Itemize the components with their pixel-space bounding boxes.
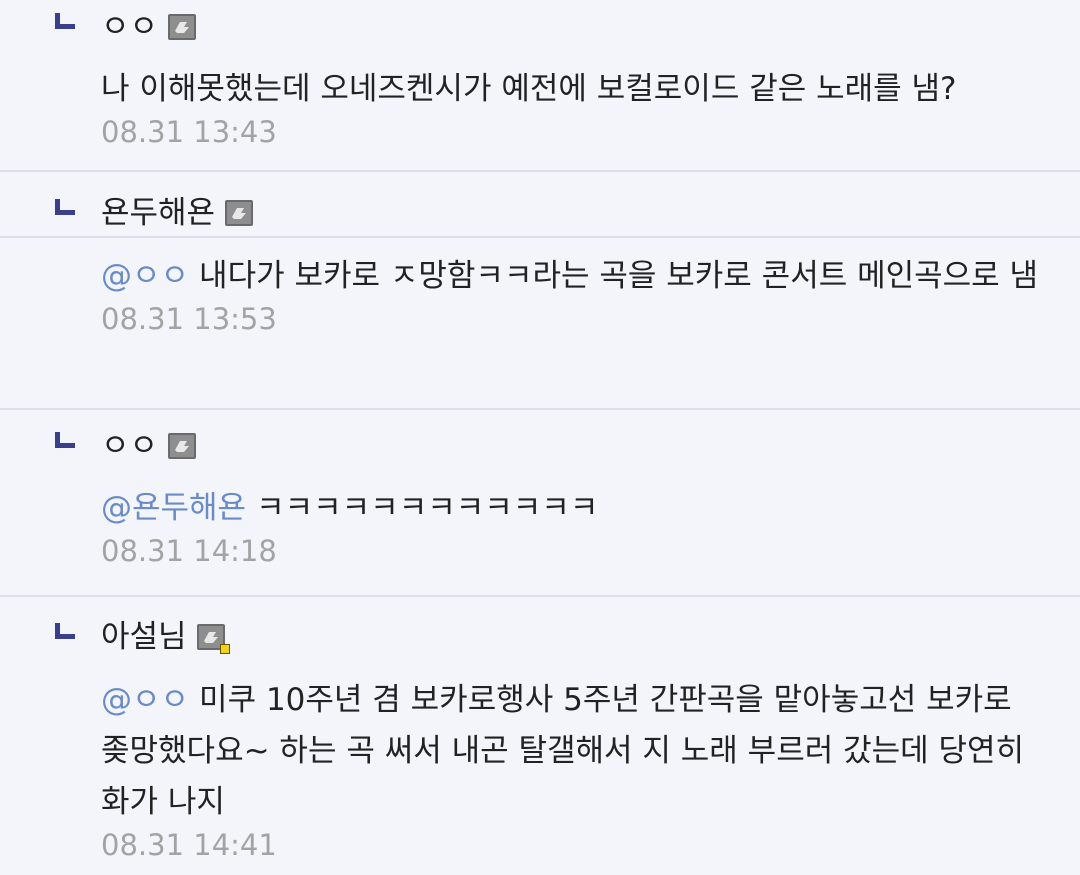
- reply-arrow-icon: [55, 623, 75, 639]
- comment-text: 미쿠 10주년 겸 보카로행사 5주년 간판곡을 맡아놓고선 보카로 좆망했다요…: [101, 682, 1025, 820]
- comment-item: 욘두해욘 @ㅇㅇ 내다가 보카로 ㅈ망함ㅋㅋ라는 곡을 보카로 콘서트 메인곡으로…: [0, 172, 1080, 410]
- comment-text: 내다가 보카로 ㅈ망함ㅋㅋ라는 곡을 보카로 콘서트 메인곡으로 냄: [199, 258, 1039, 294]
- comment-header: ㅇㅇ: [101, 426, 1060, 466]
- comment-body: @ㅇㅇ 미쿠 10주년 겸 보카로행사 5주년 간판곡을 맡아놓고선 보카로 좆망…: [101, 675, 1060, 828]
- mention-link[interactable]: @욘두해욘: [101, 490, 246, 526]
- comment-nickname[interactable]: 욘두해욘: [101, 193, 215, 233]
- member-icon: [168, 433, 197, 459]
- semi-member-icon: [196, 624, 230, 654]
- comment-body: @ㅇㅇ 내다가 보카로 ㅈ망함ㅋㅋ라는 곡을 보카로 콘서트 메인곡으로 냄: [101, 251, 1060, 302]
- mention-link[interactable]: @ㅇㅇ: [101, 258, 189, 294]
- member-icon: [225, 200, 254, 226]
- comment-header: 욘두해욘: [101, 193, 1060, 233]
- comment-item: 아설님 @ㅇㅇ 미쿠 10주년 겸 보카로행사 5주년 간판곡을 맡아놓고선 보카…: [0, 597, 1080, 875]
- comment-item: ㅇㅇ @욘두해욘 ㅋㅋㅋㅋㅋㅋㅋㅋㅋㅋㅋㅋ 08.31 14:18: [0, 410, 1080, 597]
- comment-text: ㅋㅋㅋㅋㅋㅋㅋㅋㅋㅋㅋㅋ: [256, 490, 599, 526]
- comment-body: @욘두해욘 ㅋㅋㅋㅋㅋㅋㅋㅋㅋㅋㅋㅋ: [101, 483, 1060, 534]
- comment-date: 08.31 14:18: [101, 534, 277, 568]
- comment-date: 08.31 13:53: [101, 302, 277, 336]
- semi-member-badge-icon: [219, 644, 230, 654]
- comment-nickname[interactable]: ㅇㅇ: [101, 426, 158, 466]
- mention-link[interactable]: @ㅇㅇ: [101, 682, 189, 718]
- comment-header: 아설님: [101, 617, 1060, 657]
- reply-arrow-icon: [55, 199, 75, 215]
- comment-date: 08.31 14:41: [101, 828, 277, 862]
- reply-arrow-icon: [55, 432, 75, 448]
- comment-nickname[interactable]: 아설님: [101, 617, 187, 657]
